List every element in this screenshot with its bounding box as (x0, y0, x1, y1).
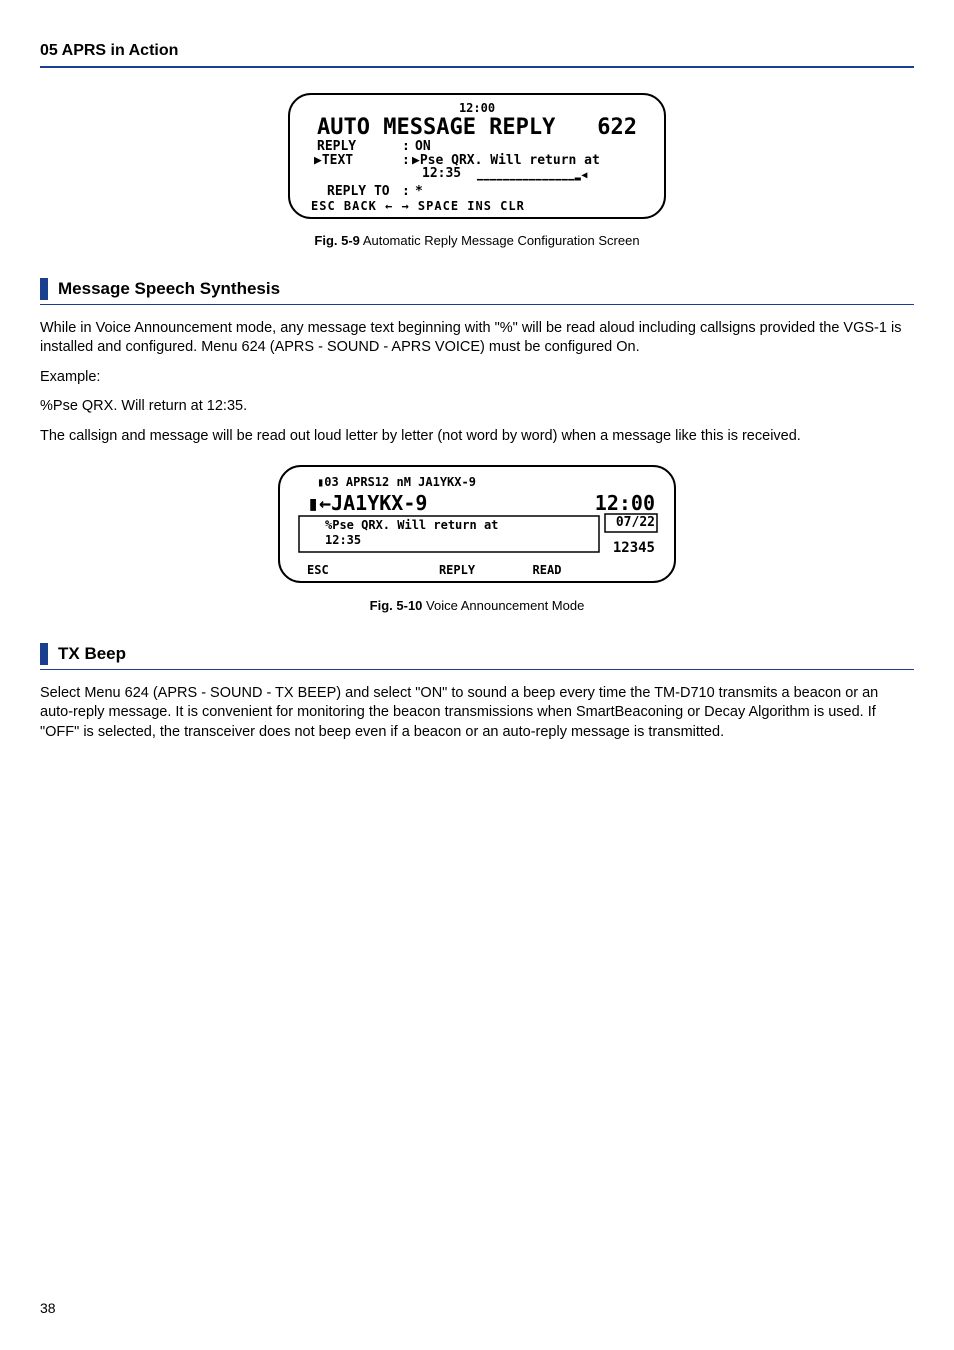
paragraph: Select Menu 624 (APRS - SOUND - TX BEEP)… (40, 684, 914, 743)
section-heading-txbeep: TX Beep (40, 643, 914, 670)
lcd-callsign: ▮←JA1YKX-9 (307, 491, 427, 515)
example-message: %Pse QRX. Will return at 12:35. (40, 397, 914, 417)
figure-caption-text: Voice Announcement Mode (422, 598, 584, 613)
lcd-clock: 12:00 (595, 491, 655, 515)
figure-5-10: ▮03 APRS12 nM JA1YKX-9 ▮←JA1YKX-9 12:00 … (40, 464, 914, 614)
figure-label: Fig. 5-10 (370, 598, 423, 613)
lcd-replyto-value: * (415, 184, 423, 199)
lcd-text-cursor-trail: ▁▁▁▁▁▁▁▁▁▁▁▁▁▁▁▂◀ (476, 170, 588, 181)
chapter-heading: 05 APRS in Action (40, 40, 914, 66)
paragraph: The callsign and message will be read ou… (40, 427, 914, 447)
example-label: Example: (40, 368, 914, 388)
lcd-reply-label: REPLY (317, 139, 356, 154)
figure-label: Fig. 5-9 (314, 233, 360, 248)
lcd-reply-value: ON (415, 139, 431, 154)
lcd-msg-line1: %Pse QRX. Will return at (325, 518, 498, 532)
figure-caption-5-10: Fig. 5-10 Voice Announcement Mode (40, 597, 914, 615)
lcd-title: AUTO MESSAGE REPLY (317, 115, 556, 140)
section-heading-speech: Message Speech Synthesis (40, 278, 914, 305)
lcd-screen-5-10: ▮03 APRS12 nM JA1YKX-9 ▮←JA1YKX-9 12:00 … (277, 464, 677, 584)
svg-text::: : (402, 153, 410, 168)
lcd-replyto-label: REPLY TO (327, 184, 390, 199)
lcd-msg-line2: 12:35 (325, 533, 361, 547)
lcd-text-label: ▶TEXT (314, 153, 353, 168)
figure-5-9: 12:00 AUTO MESSAGE REPLY 622 REPLY : ON … (40, 92, 914, 250)
lcd-menu-number: 622 (597, 115, 637, 140)
lcd-bottom-hints: ESC BACK ← → SPACE INS CLR (311, 199, 525, 213)
svg-text::: : (402, 184, 410, 199)
section-bar-icon (40, 278, 48, 300)
section-bar-icon (40, 643, 48, 665)
page-number: 38 (40, 1299, 56, 1318)
lcd-top-status: ▮03 APRS12 nM JA1YKX-9 (317, 475, 476, 489)
section-title: Message Speech Synthesis (58, 278, 280, 301)
page: 05 APRS in Action 12:00 AUTO MESSAGE REP… (0, 0, 954, 1350)
lcd-reply-key: REPLY (439, 563, 476, 577)
lcd-text-value-line2: 12:35 (422, 166, 461, 181)
lcd-seq: 12345 (613, 540, 655, 556)
svg-text::: : (402, 139, 410, 154)
lcd-read-key: READ (533, 563, 562, 577)
figure-caption-5-9: Fig. 5-9 Automatic Reply Message Configu… (40, 232, 914, 250)
lcd-esc: ESC (307, 563, 329, 577)
lcd-date: 07/22 (616, 515, 655, 530)
lcd-clock: 12:00 (459, 101, 495, 115)
figure-caption-text: Automatic Reply Message Configuration Sc… (360, 233, 640, 248)
header-rule (40, 66, 914, 68)
paragraph: While in Voice Announcement mode, any me… (40, 319, 914, 358)
section-title: TX Beep (58, 643, 126, 666)
lcd-screen-5-9: 12:00 AUTO MESSAGE REPLY 622 REPLY : ON … (287, 92, 667, 220)
